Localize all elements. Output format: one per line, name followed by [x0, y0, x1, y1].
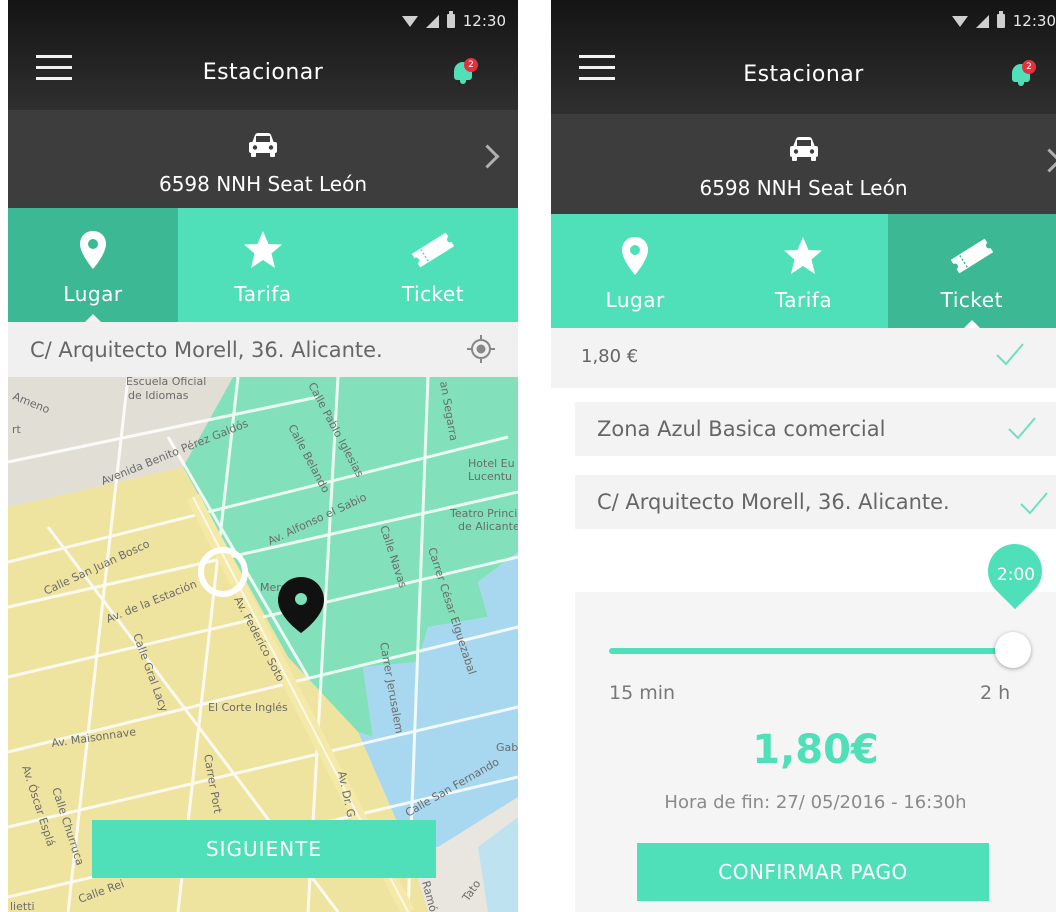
slider-min-label: 15 min: [609, 682, 676, 704]
tab-tarifa[interactable]: Tarifa: [178, 208, 348, 322]
map-label: de Idiomas: [128, 389, 189, 402]
tab-ticket-label: Ticket: [401, 282, 465, 306]
signal-icon: [975, 14, 989, 28]
chevron-right-icon: [1037, 148, 1056, 173]
slider-max-label: 2 h: [980, 682, 1011, 704]
right-phone-screen: 12:30 Estacionar 2 6598 NNH Seat León Lu…: [551, 0, 1056, 912]
total-price: 1,80€: [752, 727, 879, 773]
map-label: rt: [12, 423, 22, 436]
signal-icon: [425, 14, 439, 28]
end-time-text: Hora de fin: 27/ 05/2016 - 16:30h: [664, 792, 967, 813]
page-title: Estacionar: [202, 60, 324, 85]
duration-slider-track[interactable]: [609, 648, 1015, 654]
map-label: de Alicante: [458, 520, 518, 533]
tab-lugar-label: Lugar: [63, 282, 123, 306]
status-bar: 12:30: [401, 10, 518, 32]
wifi-icon: [951, 15, 968, 27]
left-phone-screen: 12:30 Estacionar 2 6598 NNH Seat León Lu…: [8, 0, 518, 912]
address-text: C/ Arquitecto Morell, 36. Alicante.: [30, 338, 383, 362]
step-tabs: Lugar Tarifa Ticket: [551, 214, 1056, 329]
gps-locate-icon[interactable]: [466, 334, 496, 364]
map-pin-icon: [80, 231, 106, 269]
vehicle-selector[interactable]: 6598 NNH Seat León: [8, 110, 518, 208]
summary-zone-text: Zona Azul Basica comercial: [597, 417, 886, 441]
battery-icon: [446, 11, 455, 28]
tab-ticket[interactable]: Ticket: [887, 214, 1056, 329]
map-label: Hotel Eu: [468, 457, 515, 470]
map-label: Lucentu: [468, 470, 512, 483]
confirm-payment-button[interactable]: CONFIRMAR PAGO: [637, 843, 989, 901]
app-header: 12:30 Estacionar 2: [551, 0, 1056, 114]
page-title: Estacionar: [743, 62, 864, 87]
tab-tarifa-label: Tarifa: [234, 282, 292, 306]
status-time: 12:30: [1012, 12, 1056, 30]
summary-row-price: 1,80 €: [551, 328, 1056, 388]
duration-slider-thumb[interactable]: [995, 632, 1031, 668]
duration-panel: 2:00 15 min 2 h 1,80€ Hora de fin: 27/ 0…: [575, 532, 1056, 912]
tab-ticket[interactable]: Ticket: [348, 208, 518, 322]
chevron-right-icon: [475, 144, 500, 169]
star-icon: [784, 237, 823, 274]
tab-ticket-label: Ticket: [940, 288, 1003, 312]
ticket-icon: [950, 238, 994, 274]
wifi-icon: [401, 15, 418, 27]
summary-address-text: C/ Arquitecto Morell, 36. Alicante.: [597, 490, 950, 514]
car-icon: [249, 133, 277, 157]
tab-lugar-label: Lugar: [605, 288, 665, 312]
map-label: El Corte Inglés: [208, 701, 288, 714]
step-tabs: Lugar Tarifa Ticket: [8, 208, 518, 323]
map-label: lietti: [10, 900, 35, 912]
vehicle-label: 6598 NNH Seat León: [158, 172, 368, 196]
app-header: 12:30 Estacionar 2: [8, 0, 518, 110]
vehicle-selector[interactable]: 6598 NNH Seat León: [551, 114, 1056, 214]
tab-tarifa[interactable]: Tarifa: [719, 214, 887, 328]
vehicle-label: 6598 NNH Seat León: [699, 176, 908, 200]
car-icon: [789, 137, 818, 161]
map-pin-icon: [622, 237, 649, 275]
siguiente-button[interactable]: SIGUIENTE: [92, 820, 436, 878]
map-label: Teatro Principal: [449, 507, 518, 520]
battery-icon: [996, 11, 1005, 28]
ticket-icon: [411, 232, 455, 268]
notification-badge: 2: [1022, 60, 1036, 74]
summary-price-text: 1,80 €: [581, 346, 639, 367]
slider-value-text: 2:00: [996, 565, 1036, 585]
address-bar[interactable]: C/ Arquitecto Morell, 36. Alicante.: [8, 322, 518, 377]
tab-tarifa-label: Tarifa: [774, 288, 833, 312]
check-icon: [1008, 417, 1036, 440]
map-label: Gab: [496, 741, 518, 754]
map-label: Escuela Oficial: [126, 377, 206, 388]
tab-lugar[interactable]: Lugar: [8, 208, 178, 323]
notification-bell-icon[interactable]: 2: [1008, 60, 1036, 88]
status-time: 12:30: [462, 12, 506, 30]
check-icon: [1020, 492, 1048, 515]
star-icon: [244, 231, 282, 268]
status-bar: 12:30: [951, 10, 1056, 32]
summary-row-address: C/ Arquitecto Morell, 36. Alicante.: [575, 475, 1056, 529]
tab-lugar[interactable]: Lugar: [551, 214, 719, 328]
notification-badge: 2: [464, 58, 478, 72]
notification-bell-icon[interactable]: 2: [450, 58, 478, 86]
check-icon: [996, 343, 1024, 366]
summary-row-zone: Zona Azul Basica comercial: [575, 402, 1056, 456]
